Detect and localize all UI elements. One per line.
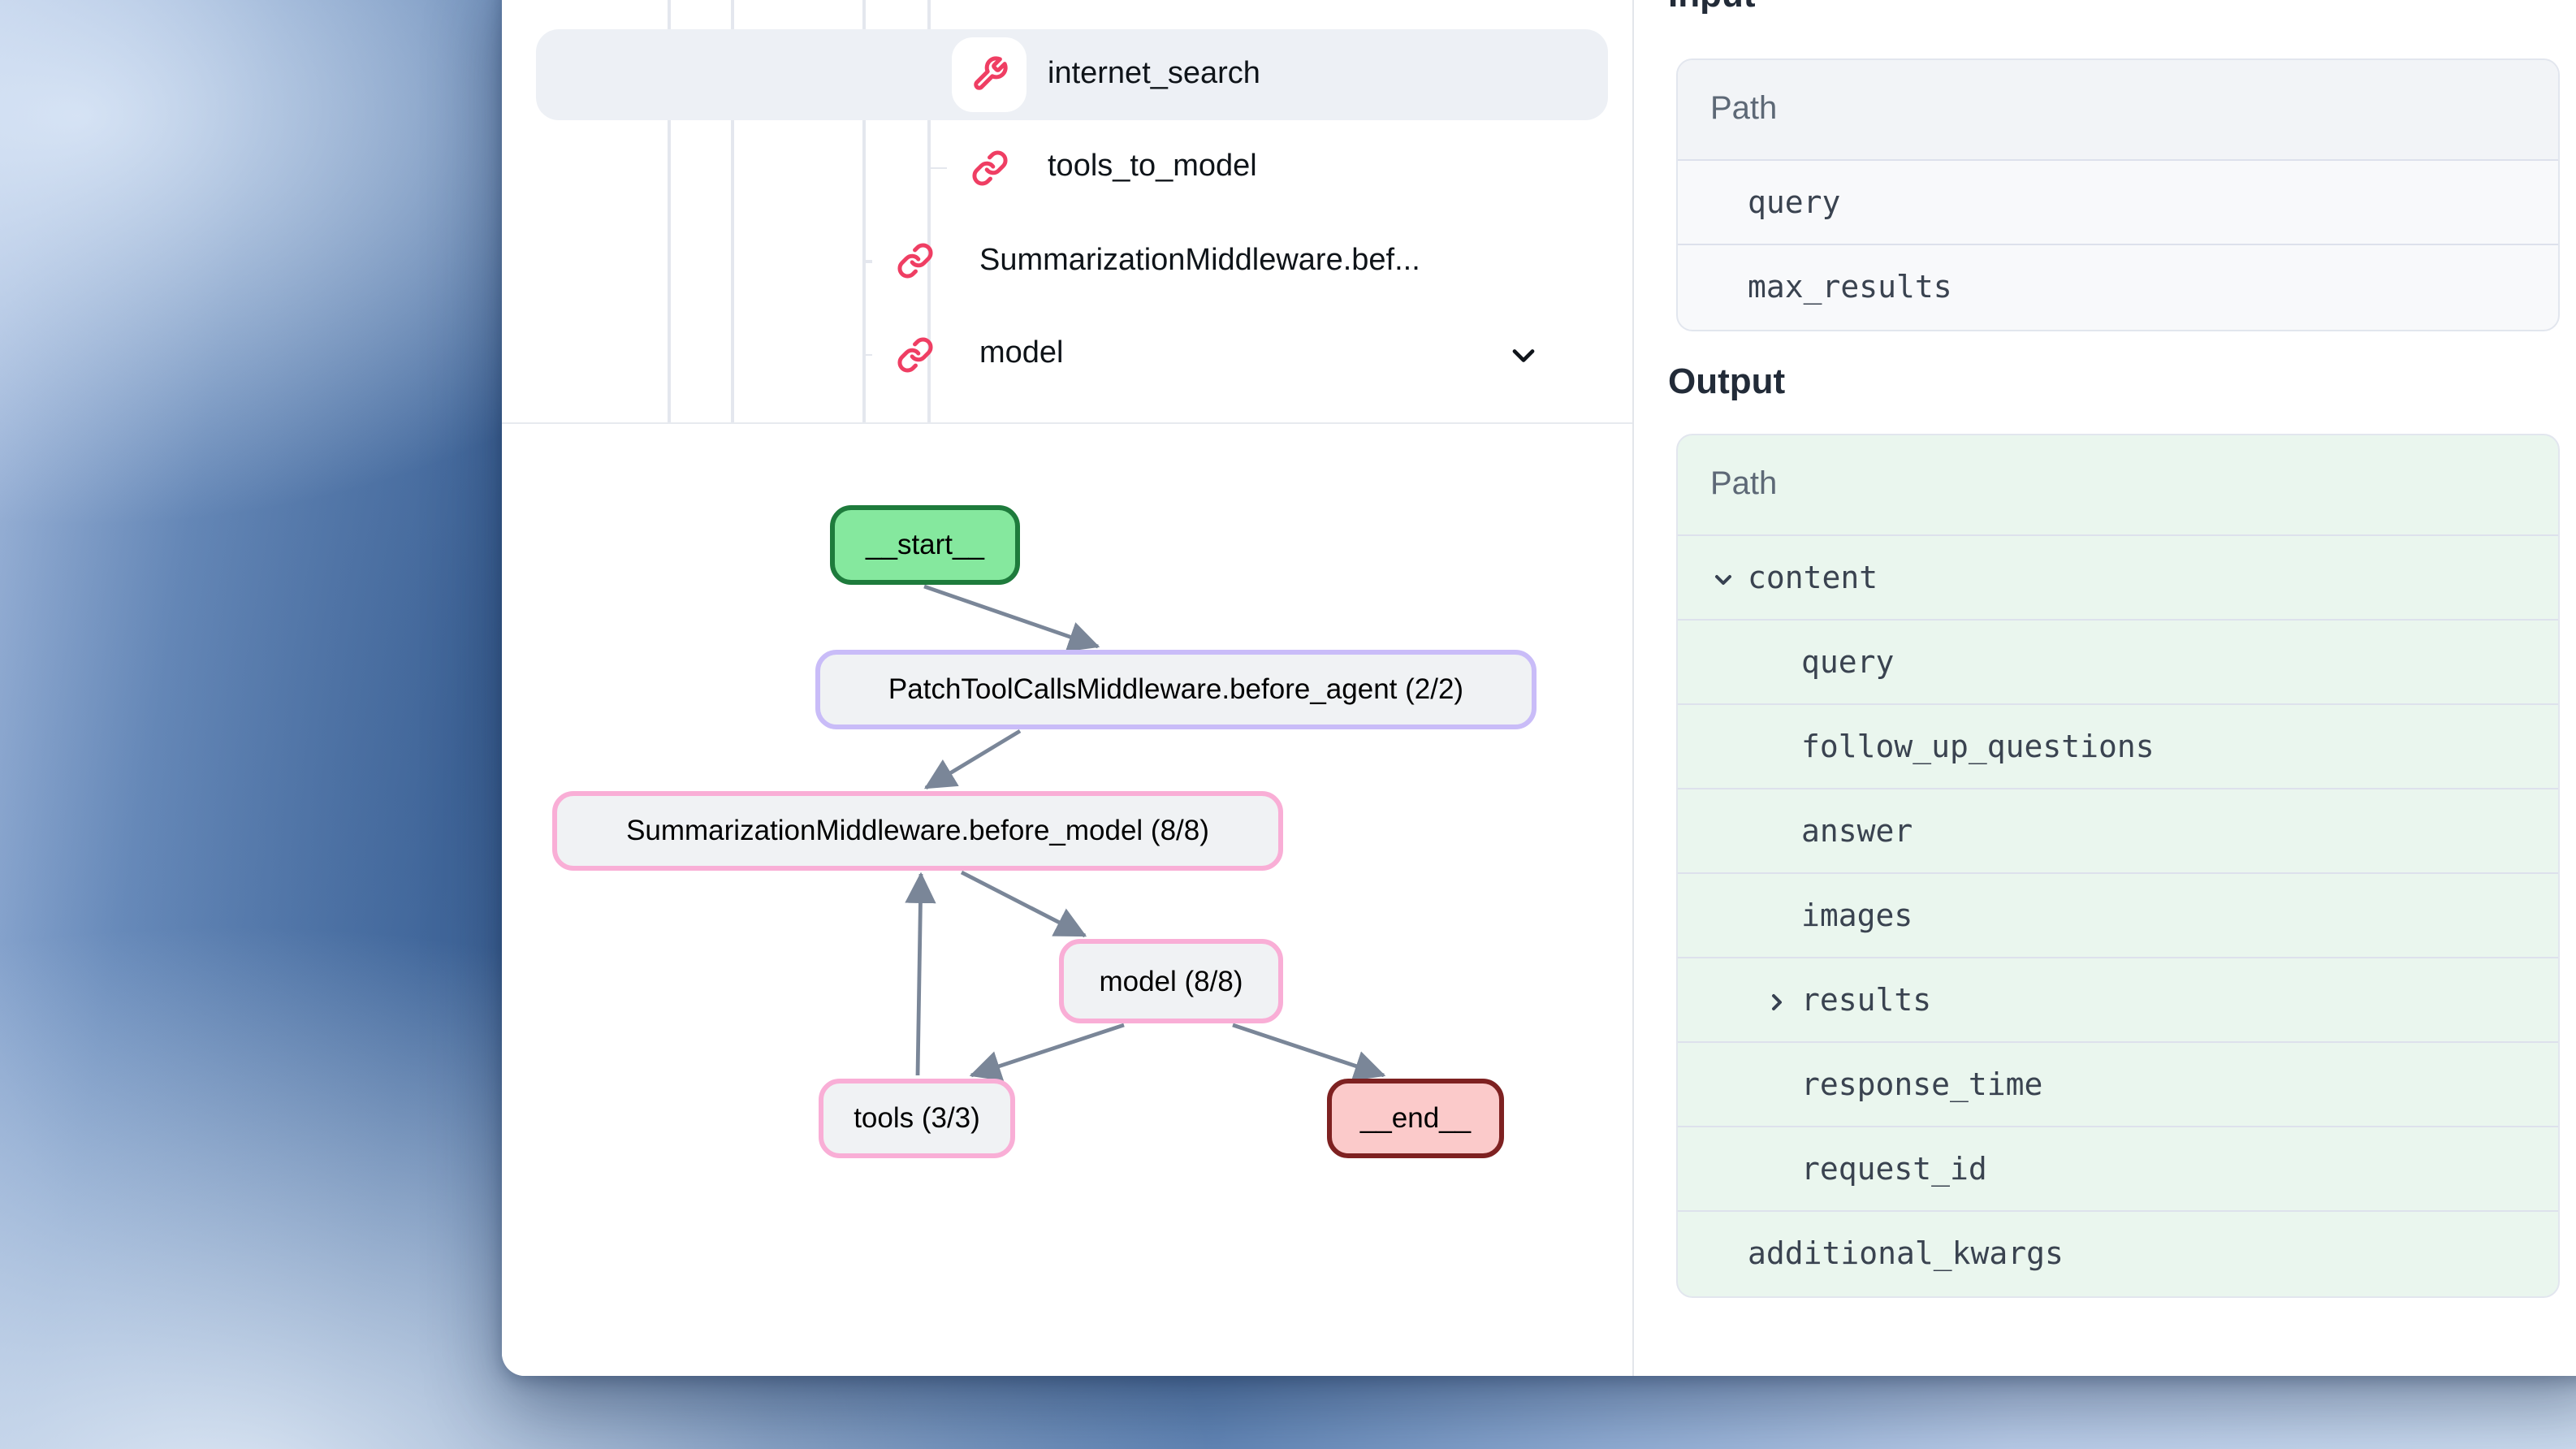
graph-node-patch[interactable]: PatchToolCallsMiddleware.before_agent (2… xyxy=(815,650,1537,729)
path-label: content xyxy=(1748,560,1878,595)
trace-panel: internet_search tools_to_model Summarizati… xyxy=(502,0,1634,1376)
graph-edges xyxy=(502,424,1634,1376)
tree-item-label: SummarizationMiddleware.bef... xyxy=(979,244,1420,279)
output-path-row[interactable]: request_id xyxy=(1678,1127,2558,1212)
tree-item-highlight xyxy=(536,309,1608,400)
tree-item-tools_to_model[interactable]: tools_to_model xyxy=(502,121,1632,214)
input-path-table: Path query max_results xyxy=(1676,58,2560,331)
tree-item-label: internet_search xyxy=(1048,57,1260,93)
input-heading: Input xyxy=(1668,0,1756,16)
path-label: max_results xyxy=(1748,270,1952,305)
path-label: answer xyxy=(1801,813,1913,849)
wrench-icon xyxy=(970,56,1008,93)
output-path-table: Path content query follow_up_questionsanswe… xyxy=(1676,434,2560,1298)
path-label: response_time xyxy=(1801,1066,2042,1102)
output-path-row[interactable]: content xyxy=(1678,536,2558,621)
graph-node-label: __start__ xyxy=(866,528,984,562)
graph-canvas: __start__ PatchToolCallsMiddleware.before… xyxy=(502,424,1632,1376)
path-label: follow_up_questions xyxy=(1801,729,2155,764)
path-label: request_id xyxy=(1801,1151,1987,1187)
path-label: results xyxy=(1801,982,1931,1018)
tree-item-label: model xyxy=(979,337,1064,373)
run-tree: internet_search tools_to_model Summarizati… xyxy=(502,0,1632,422)
tool-icon-frame xyxy=(952,37,1027,112)
tree-item-internet_search[interactable]: internet_search xyxy=(502,28,1632,121)
output-path-row[interactable]: images xyxy=(1678,874,2558,958)
path-label: images xyxy=(1801,898,1913,933)
chevron-down-icon[interactable] xyxy=(1506,337,1541,373)
graph-node-end[interactable]: __end__ xyxy=(1327,1079,1504,1158)
tree-item-summarization[interactable]: SummarizationMiddleware.bef... xyxy=(502,214,1632,308)
graph-node-model[interactable]: model (8/8) xyxy=(1059,939,1283,1023)
output-heading: Output xyxy=(1668,361,1785,403)
link-icon xyxy=(896,243,933,280)
graph-node-summ[interactable]: SummarizationMiddleware.before_model (8/… xyxy=(552,791,1283,871)
output-path-row[interactable]: follow_up_questions xyxy=(1678,705,2558,789)
path-label: query xyxy=(1801,644,1894,680)
desktop-wallpaper: internet_search tools_to_model Summarizati… xyxy=(0,0,2576,1449)
input-path-row[interactable]: query xyxy=(1678,161,2558,245)
graph-node-label: PatchToolCallsMiddleware.before_agent (2… xyxy=(888,673,1463,707)
input-path-column-header: Path xyxy=(1678,60,2558,161)
chevron-down-icon[interactable] xyxy=(1710,564,1736,590)
graph-node-label: tools (3/3) xyxy=(854,1101,980,1135)
graph-node-start[interactable]: __start__ xyxy=(830,505,1020,585)
output-path-column-header: Path xyxy=(1678,435,2558,536)
graph-node-label: __end__ xyxy=(1360,1101,1471,1135)
output-path-row[interactable]: results xyxy=(1678,958,2558,1043)
path-label: additional_kwargs xyxy=(1748,1236,2064,1272)
graph-node-label: model (8/8) xyxy=(1099,964,1243,998)
graph-node-label: SummarizationMiddleware.before_model (8/… xyxy=(626,814,1209,848)
tree-item-label: tools_to_model xyxy=(1048,150,1257,186)
output-path-row[interactable]: additional_kwargs xyxy=(1678,1212,2558,1296)
tree-item-model[interactable]: model xyxy=(502,308,1632,401)
graph-node-tools[interactable]: tools (3/3) xyxy=(819,1079,1015,1158)
trace-window: internet_search tools_to_model Summarizati… xyxy=(502,0,2576,1376)
link-icon xyxy=(896,336,933,374)
io-inspector: Input Path query max_results Output Path co… xyxy=(1634,0,2576,1376)
path-label: query xyxy=(1748,184,1840,220)
output-path-row[interactable]: answer xyxy=(1678,789,2558,874)
chevron-right-icon[interactable] xyxy=(1764,987,1790,1013)
link-icon xyxy=(970,149,1008,187)
input-path-row[interactable]: max_results xyxy=(1678,245,2558,330)
output-path-row[interactable]: query xyxy=(1678,621,2558,705)
output-path-row[interactable]: response_time xyxy=(1678,1043,2558,1127)
